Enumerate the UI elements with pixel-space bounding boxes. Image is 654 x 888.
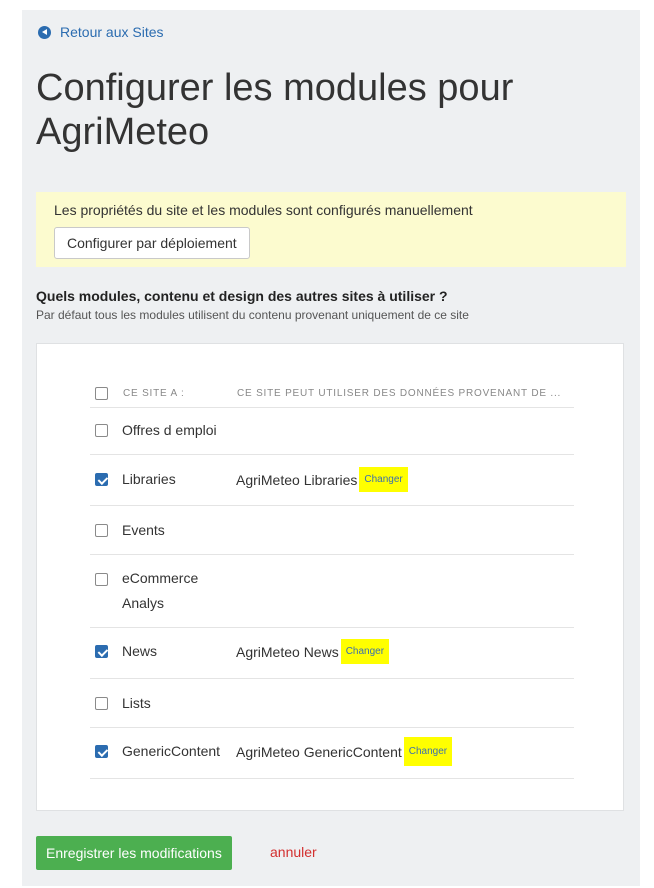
change-link[interactable]: Changer [403, 737, 453, 766]
change-link[interactable]: Changer [340, 639, 390, 664]
module-checkbox[interactable] [95, 697, 108, 710]
table-row: Offres d emploi [90, 408, 574, 455]
source-name: AgriMeteo News [236, 643, 339, 660]
module-name: Offres d emploi [122, 422, 217, 438]
module-checkbox[interactable] [95, 645, 108, 658]
table-header: CE SITE A : CE SITE PEUT UTILISER DES DO… [90, 377, 574, 408]
module-name: Lists [122, 695, 151, 711]
module-checkbox[interactable] [95, 473, 108, 486]
cancel-link[interactable]: annuler [270, 844, 317, 860]
table-row: Libraries AgriMeteo Libraries Changer [90, 455, 574, 506]
section-title: Quels modules, contenu et design des aut… [36, 288, 448, 304]
table-row: eCommerce Analys [90, 555, 574, 628]
back-link[interactable]: Retour aux Sites [38, 24, 164, 40]
modules-panel: CE SITE A : CE SITE PEUT UTILISER DES DO… [36, 343, 624, 811]
module-source: AgriMeteo Libraries Changer [236, 467, 408, 492]
notice-text: Les propriétés du site et les modules so… [54, 202, 473, 218]
table-row: News AgriMeteo News Changer [90, 628, 574, 679]
module-checkbox[interactable] [95, 573, 108, 586]
deploy-config-button[interactable]: Configurer par déploiement [54, 227, 250, 259]
module-name: Events [122, 522, 165, 538]
table-row: GenericContent AgriMeteo GenericContent … [90, 728, 574, 779]
module-source: AgriMeteo GenericContent Changer [236, 737, 453, 766]
back-link-label: Retour aux Sites [60, 24, 164, 40]
module-name: News [122, 643, 158, 659]
config-notice: Les propriétés du site et les modules so… [36, 192, 626, 267]
circle-arrow-left-icon [38, 25, 51, 39]
module-name: eCommerce Analys [122, 570, 199, 611]
save-button[interactable]: Enregistrer les modifications [36, 836, 232, 870]
select-all-checkbox[interactable] [95, 387, 108, 400]
section-subtitle: Par défaut tous les modules utilisent du… [36, 308, 469, 322]
source-name: AgriMeteo Libraries [236, 471, 358, 488]
header-source: CE SITE PEUT UTILISER DES DONNÉES PROVEN… [237, 388, 562, 399]
source-name: AgriMeteo GenericContent [236, 743, 402, 760]
page-title: Configurer les modules pour AgriMeteo [36, 67, 514, 153]
module-name: GenericContent [122, 743, 221, 759]
change-link[interactable]: Changer [359, 467, 408, 492]
module-checkbox[interactable] [95, 524, 108, 537]
table-row: Events [90, 506, 574, 555]
header-module: CE SITE A : [123, 388, 185, 399]
module-checkbox[interactable] [95, 745, 108, 758]
module-name: Libraries [122, 471, 176, 487]
page: Retour aux Sites Configurer les modules … [22, 10, 640, 886]
modules-table: CE SITE A : CE SITE PEUT UTILISER DES DO… [90, 377, 574, 779]
module-source: AgriMeteo News Changer [236, 639, 390, 664]
table-row: Lists [90, 679, 574, 728]
module-checkbox[interactable] [95, 424, 108, 437]
